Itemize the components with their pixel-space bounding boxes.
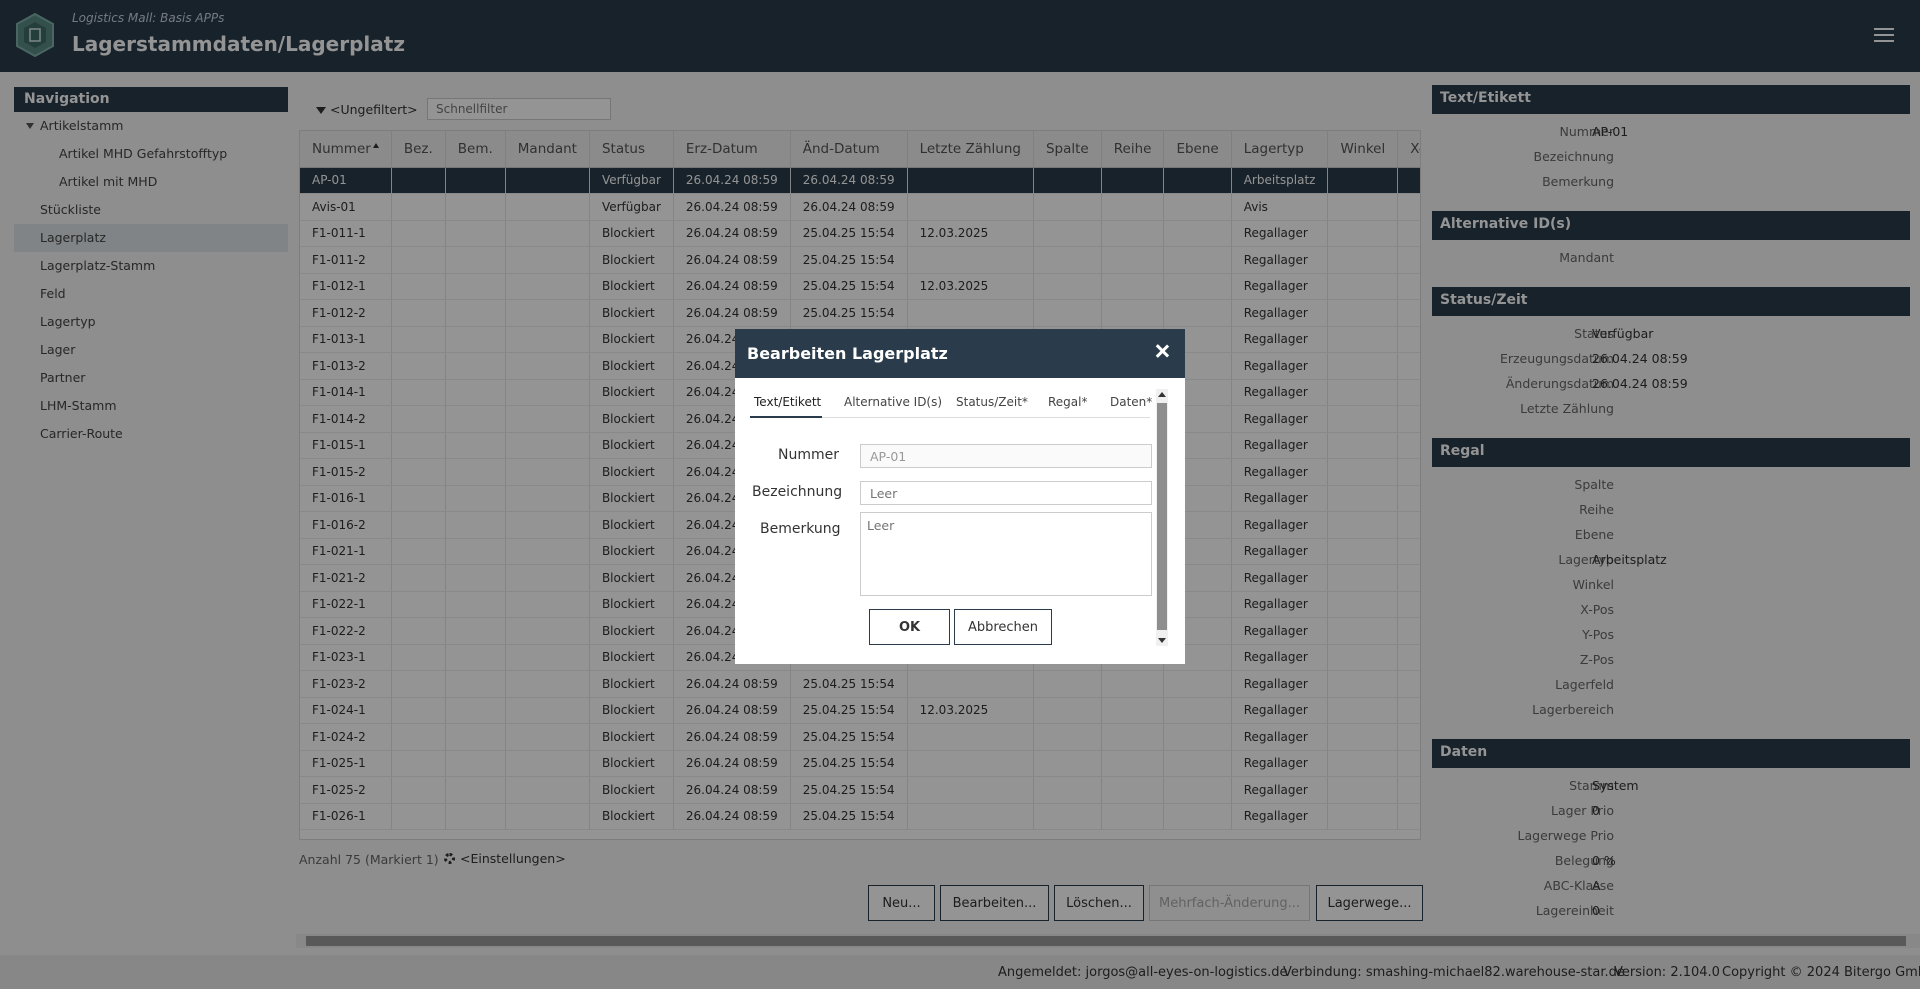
dialog-vertical-scrollbar[interactable] <box>1156 389 1168 646</box>
tab-alternative-ids[interactable]: Alternative ID(s) <box>844 395 942 409</box>
active-tab-indicator <box>750 416 822 418</box>
tab-text-etikett[interactable]: Text/Etikett <box>754 395 821 409</box>
bemerkung-field[interactable] <box>860 512 1152 596</box>
dialog-header: Bearbeiten Lagerplatz <box>735 329 1185 378</box>
close-icon[interactable] <box>1153 342 1171 360</box>
nummer-label: Nummer <box>778 447 839 463</box>
bezeichnung-label: Bezeichnung <box>752 484 843 500</box>
nummer-field <box>860 444 1152 468</box>
tab-status-zeit[interactable]: Status/Zeit* <box>956 395 1028 409</box>
dialog-tabs: Text/Etikett Alternative ID(s) Status/Ze… <box>750 388 1152 418</box>
scrollbar-thumb[interactable] <box>1157 403 1167 630</box>
tab-regal[interactable]: Regal* <box>1048 395 1088 409</box>
bemerkung-label: Bemerkung <box>760 521 841 537</box>
scroll-down-icon[interactable] <box>1158 638 1166 643</box>
scroll-up-icon[interactable] <box>1158 392 1166 397</box>
tab-daten[interactable]: Daten* <box>1110 395 1152 409</box>
edit-storage-location-dialog: Bearbeiten Lagerplatz Text/Etikett Alter… <box>735 329 1185 664</box>
ok-button[interactable]: OK <box>869 609 950 645</box>
dialog-title: Bearbeiten Lagerplatz <box>747 344 948 363</box>
bezeichnung-field[interactable] <box>860 481 1152 505</box>
cancel-button[interactable]: Abbrechen <box>954 609 1052 645</box>
